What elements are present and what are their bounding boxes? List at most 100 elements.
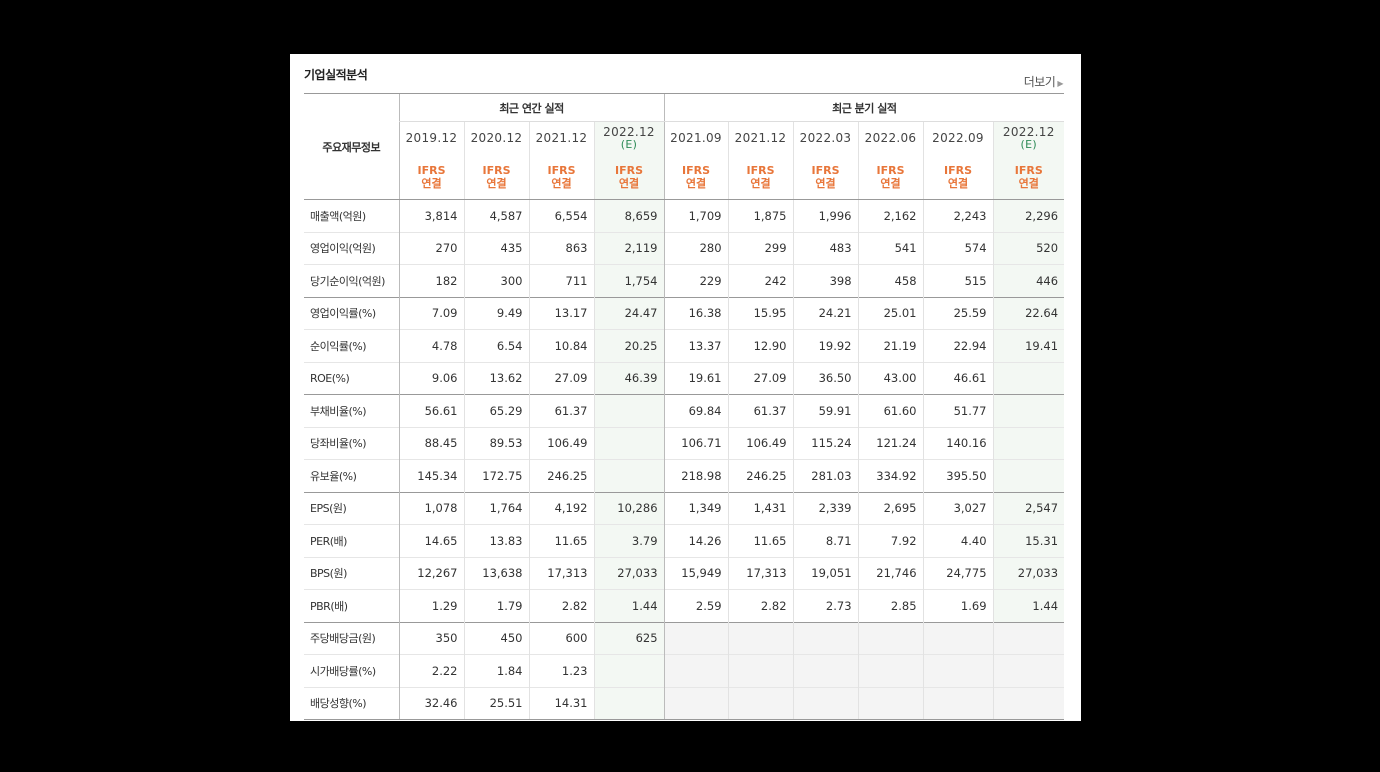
table-cell: 7.09 <box>398 296 464 330</box>
table-cell: 625 <box>593 621 665 655</box>
table-cell: 32.46 <box>398 686 464 720</box>
table-cell: 435 <box>463 231 529 265</box>
table-cell: 1.29 <box>398 589 464 622</box>
row-label: 부채비율(%) <box>304 394 399 427</box>
ifrs-label: IFRS <box>547 163 576 177</box>
table-cell: 106.49 <box>528 426 594 460</box>
table-cell: 9.06 <box>398 361 464 395</box>
column-date: 2022.03 <box>792 121 859 154</box>
table-cell: 172.75 <box>463 459 529 492</box>
consolidated-label: 연결 <box>750 176 771 190</box>
table-cell: 1.69 <box>922 589 994 622</box>
table-cell: 2,339 <box>792 491 859 525</box>
table-row: ROE(%) 9.06 13.62 27.09 46.39 19.61 27.09 36.50… <box>304 361 1065 395</box>
table-cell: 27,033 <box>593 556 665 590</box>
consolidated-label: 연결 <box>880 176 901 190</box>
table-cell: 19.92 <box>792 329 859 362</box>
table-cell: 69.84 <box>663 394 729 427</box>
table-cell: 46.39 <box>593 361 665 395</box>
consolidated-label: 연결 <box>947 176 969 190</box>
row-label: 시가배당률(%) <box>304 654 399 687</box>
consolidated-label: 연결 <box>421 176 442 190</box>
table-cell: 13.37 <box>663 329 729 362</box>
table-row: 배당성향(%) 32.46 25.51 14.31 <box>304 686 1065 720</box>
column-date: 2021.12 <box>528 121 594 154</box>
table-cell: 1.79 <box>463 589 529 622</box>
chevron-right-icon: ▶ <box>1057 79 1063 88</box>
table-cell: 10,286 <box>593 491 665 525</box>
table-cell: 2,547 <box>992 491 1065 525</box>
table-cell: 27.09 <box>727 361 794 395</box>
row-label: 당기순이익(억원) <box>304 264 399 297</box>
table-cell: 1,996 <box>792 199 859 232</box>
table-row: 순이익률(%) 4.78 6.54 10.84 20.25 13.37 12.90 19.92… <box>304 329 1065 362</box>
table-row: BPS(원) 12,267 13,638 17,313 27,033 15,949 17,3… <box>304 556 1065 590</box>
table-cell: 4,192 <box>528 491 594 525</box>
table-cell: 17,313 <box>727 556 794 590</box>
table-cell: 299 <box>727 231 794 265</box>
column-accounting-standard: IFRS 연결 <box>727 154 794 200</box>
column-date: 2021.09 <box>663 121 729 154</box>
table-cell <box>663 686 729 720</box>
ifrs-label: IFRS <box>682 163 711 177</box>
table-cell: 19.41 <box>992 329 1065 362</box>
table-cell: 1.44 <box>992 589 1065 622</box>
table-cell: 21.19 <box>857 329 924 362</box>
group-quarter: 최근 분기 실적 <box>663 93 1065 122</box>
consolidated-label: 연결 <box>618 176 640 190</box>
table-cell <box>593 394 665 427</box>
table-cell: 2,695 <box>857 491 924 525</box>
table-cell: 711 <box>528 264 594 297</box>
row-label: 영업이익(억원) <box>304 231 399 265</box>
table-cell: 22.64 <box>992 296 1065 330</box>
estimate-marker: (E) <box>1020 138 1037 151</box>
table-cell: 515 <box>922 264 994 297</box>
table-cell <box>922 621 994 655</box>
table-row: 주당배당금(원) 350 450 600 625 <box>304 621 1065 655</box>
estimate-marker: (E) <box>620 138 638 151</box>
table-cell: 246.25 <box>528 459 594 492</box>
column-accounting-standard: IFRS 연결 <box>992 154 1065 200</box>
column-date-label: 2022.12 <box>603 125 655 139</box>
table-cell: 36.50 <box>792 361 859 395</box>
more-link-label: 더보기 <box>1023 75 1056 89</box>
column-accounting-standard: IFRS 연결 <box>528 154 594 200</box>
table-cell: 20.25 <box>593 329 665 362</box>
table-cell: 218.98 <box>663 459 729 492</box>
table-cell <box>992 426 1065 460</box>
column-date-label: 2021.09 <box>670 131 722 145</box>
table-cell: 24.21 <box>792 296 859 330</box>
table-cell: 24,775 <box>922 556 994 590</box>
table-row: PER(배) 14.65 13.83 11.65 3.79 14.26 11.65 8.71 7… <box>304 524 1065 557</box>
column-date: 2019.12 <box>398 121 464 154</box>
table-cell: 2,119 <box>593 231 665 265</box>
table-cell: 863 <box>528 231 594 265</box>
table-row: PBR(배) 1.29 1.79 2.82 1.44 2.59 2.82 2.73 2.85 1.… <box>304 589 1065 622</box>
consolidated-label: 연결 <box>551 176 572 190</box>
more-link[interactable]: 더보기 ▶ <box>1023 73 1064 90</box>
table-cell: 446 <box>992 264 1065 297</box>
column-accounting-standard: IFRS 연결 <box>463 154 529 200</box>
ifrs-label: IFRS <box>944 163 973 177</box>
table-cell: 2.82 <box>528 589 594 622</box>
table-cell <box>593 426 665 460</box>
table-row: 매출액(억원) 3,814 4,587 6,554 8,659 1,709 1,875 1,9… <box>304 199 1065 232</box>
table-cell: 3,027 <box>922 491 994 525</box>
table-cell: 3.79 <box>593 524 665 557</box>
table-cell: 600 <box>528 621 594 655</box>
table-cell: 1,875 <box>727 199 794 232</box>
table-cell: 6,554 <box>528 199 594 232</box>
row-label: PBR(배) <box>304 589 399 622</box>
table-cell: 350 <box>398 621 464 655</box>
table-cell: 2,243 <box>922 199 994 232</box>
consolidated-label: 연결 <box>1018 176 1039 190</box>
table-cell: 22.94 <box>922 329 994 362</box>
table-cell: 13.83 <box>463 524 529 557</box>
table-cell: 281.03 <box>792 459 859 492</box>
table-cell: 25.01 <box>857 296 924 330</box>
table-cell: 106.71 <box>663 426 729 460</box>
table-row: 영업이익(억원) 270 435 863 2,119 280 299 483 541 574 520 <box>304 231 1065 265</box>
table-cell: 9.49 <box>463 296 529 330</box>
table-cell: 2.73 <box>792 589 859 622</box>
column-date-label: 2021.12 <box>734 131 787 145</box>
